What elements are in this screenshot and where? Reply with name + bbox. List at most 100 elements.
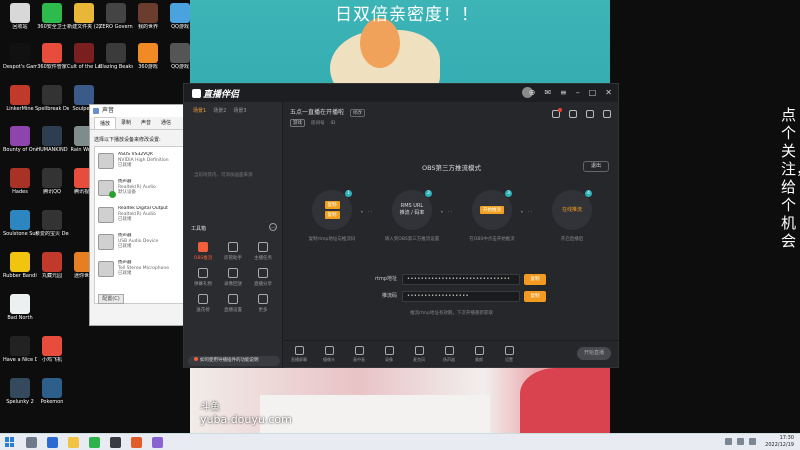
desktop-shortcut[interactable]: ZERO Govern.exe — [99, 3, 133, 30]
playback-device[interactable]: 扬声器 USB Audio Device 已就绪 — [95, 228, 183, 255]
tab-scene-1[interactable]: 场景1 — [193, 107, 206, 114]
toolbox-item[interactable]: 录像回放 — [218, 268, 248, 287]
search-icon[interactable] — [26, 436, 37, 448]
copy-key-button[interactable]: 复制 — [524, 291, 546, 302]
rtmp-label: rtmp地址 — [374, 276, 397, 282]
desktop-shortcut[interactable]: 360安全卫士 — [36, 3, 68, 30]
exit-obs-mode-button[interactable]: 退出 — [583, 161, 609, 172]
mail-icon[interactable]: ✉ — [544, 88, 551, 97]
playback-device[interactable]: 扬声器 Tell Stereo Microphone 已就绪 — [95, 255, 183, 282]
bottom-toolbar-item[interactable]: 设置 — [494, 346, 524, 363]
settings-icon[interactable] — [586, 110, 594, 118]
tool-label: 送花榜 — [196, 308, 210, 313]
desktop-shortcut[interactable]: Spelunky 2 — [4, 378, 36, 405]
app-taskbar-icon[interactable] — [152, 436, 163, 448]
desktop-shortcut[interactable]: 新建文件夹 (2) — [67, 3, 101, 30]
desktop-shortcut[interactable]: Despot's Game — [3, 43, 37, 70]
desktop-shortcut[interactable]: 亲爱的宝贝 Demo — [35, 210, 69, 237]
desktop-shortcut[interactable]: Bad North — [4, 294, 36, 321]
step-connector-2: • ·· — [440, 209, 454, 216]
desktop-shortcut[interactable]: Rubber Bandits — [3, 252, 37, 279]
desktop-shortcut[interactable]: Hades — [4, 168, 36, 195]
desktop-shortcut[interactable]: 360游戏 — [132, 43, 164, 70]
shortcut-icon — [42, 126, 62, 146]
gift-icon[interactable]: ⊕ — [529, 88, 536, 97]
desktop-shortcut[interactable]: 回收站 — [4, 3, 36, 30]
douyu-taskbar-icon[interactable] — [131, 436, 142, 448]
desktop-shortcut[interactable]: 丸藏元园 — [36, 252, 68, 279]
maximize-icon[interactable]: □ — [589, 88, 597, 97]
desktop-shortcut[interactable]: Pokemon — [36, 378, 68, 405]
bottom-toolbar-item[interactable]: 美颜 — [464, 346, 494, 363]
volume-icon[interactable] — [737, 438, 744, 445]
chrome-icon[interactable] — [89, 436, 100, 448]
bottom-toolbar-item[interactable]: 直播屏幕 — [284, 346, 314, 363]
copy-rtmp-button[interactable]: 复制 — [524, 274, 546, 285]
tab-communications[interactable]: 通信 — [156, 117, 176, 129]
desktop-shortcut[interactable]: 小鸡飞机 — [36, 336, 68, 363]
playback-device[interactable]: 扬声器 Realtek(R) Audio 默认设备 — [95, 174, 183, 201]
bottom-toolbar-item[interactable]: 录像 — [374, 346, 404, 363]
desktop-shortcut[interactable]: Blazing Beaks — [99, 43, 133, 70]
minimize-icon[interactable]: – — [576, 88, 580, 97]
desktop-shortcut[interactable]: 腾讯QQ — [36, 168, 68, 195]
toolbox-item[interactable]: 送花榜 — [188, 294, 218, 313]
tab-sounds[interactable]: 声音 — [136, 117, 156, 129]
bell-icon[interactable] — [569, 110, 577, 118]
bottom-toolbar-item[interactable]: 扬声器 — [434, 346, 464, 363]
toolbox-item[interactable]: 主播任务 — [248, 242, 278, 261]
menu-icon[interactable]: ≡ — [560, 88, 567, 97]
desktop-shortcut[interactable]: 360软件管家 — [36, 43, 68, 70]
desktop-shortcut[interactable]: Soulstone Survivors — [3, 210, 37, 237]
edge-browser-icon[interactable] — [47, 436, 58, 448]
gift-box-icon[interactable] — [552, 108, 562, 118]
share-icon[interactable] — [603, 110, 611, 118]
step-connector-1: • ·· — [360, 209, 374, 216]
shortcut-icon — [10, 85, 30, 105]
toolbox-item[interactable]: 更多 — [248, 294, 278, 313]
desktop-shortcut[interactable]: 我的世界 — [132, 3, 164, 30]
configure-button[interactable]: 配置(C) — [98, 294, 124, 304]
plugin-notice[interactable]: 如何使用导播插件的功能说明 — [188, 356, 280, 366]
toolbox-item[interactable]: 房管助手 — [218, 242, 248, 261]
desktop-shortcut[interactable]: Cult of the Lamb — [67, 43, 101, 70]
desktop-shortcut[interactable]: QQ游戏 — [164, 43, 196, 70]
toolbox-expand-icon[interactable]: … — [269, 223, 277, 231]
room-edit-button[interactable]: 修改 — [349, 109, 365, 117]
bottom-toolbar-item[interactable]: 摄像头 — [314, 346, 344, 363]
tab-scene-2[interactable]: 场景2 — [213, 107, 226, 114]
desktop-shortcut[interactable]: Bounty of One — [3, 126, 37, 153]
input-method-icon[interactable] — [749, 438, 756, 445]
start-live-button[interactable]: 开始直播 — [577, 347, 611, 360]
close-icon[interactable]: ✕ — [605, 88, 612, 97]
shortcut-label: QQ游戏 — [171, 24, 189, 30]
rtmp-address-field[interactable]: •••••••••••••••••••••••••••••• — [402, 274, 520, 285]
live-companion-taskbar-icon[interactable] — [110, 436, 121, 448]
desktop-shortcut[interactable]: Have a Nice Death — [3, 336, 37, 363]
desktop-shortcut[interactable]: LinkerMine — [4, 85, 36, 112]
desktop-shortcut[interactable]: HUMANKIND — [36, 126, 68, 153]
shortcut-label: HUMANKIND — [36, 147, 68, 153]
toolbox-item[interactable]: OBS推流 — [188, 242, 218, 261]
desktop-shortcut[interactable]: Spellbreak Demonica — [35, 85, 69, 112]
tab-recording[interactable]: 录制 — [116, 117, 136, 129]
tab-playback[interactable]: 播放 — [94, 117, 117, 129]
stream-key-field[interactable]: •••••••••••••••••• — [402, 291, 520, 302]
shortcut-icon — [170, 43, 190, 63]
bottom-toolbar-item[interactable]: 画中画 — [344, 346, 374, 363]
playback-device[interactable]: Realtek Digital Output Realtek(R) Audio 已就… — [95, 201, 183, 228]
file-explorer-icon[interactable] — [68, 436, 79, 448]
category-badge[interactable]: 游戏 — [290, 119, 305, 127]
toolbox-item[interactable]: 直播分享 — [248, 268, 278, 287]
tool-icon — [228, 268, 238, 278]
toolbox-item[interactable]: 直播设置 — [218, 294, 248, 313]
tab-scene-3[interactable]: 场景3 — [233, 107, 246, 114]
taskbar-clock[interactable]: 17:30 2022/12/19 — [765, 435, 794, 449]
network-icon[interactable] — [725, 438, 732, 445]
playback-device[interactable]: ASUS VS32VQR NVIDIA High Definition 已就绪 — [95, 147, 183, 174]
windows-start-icon[interactable] — [5, 437, 15, 447]
toolbox-item[interactable]: 弹幕礼物 — [188, 268, 218, 287]
desktop-shortcut[interactable]: QQ游戏 — [164, 3, 196, 30]
bottom-toolbar-item[interactable]: 麦克风 — [404, 346, 434, 363]
step-1-tag-a: 复制 — [324, 201, 340, 209]
